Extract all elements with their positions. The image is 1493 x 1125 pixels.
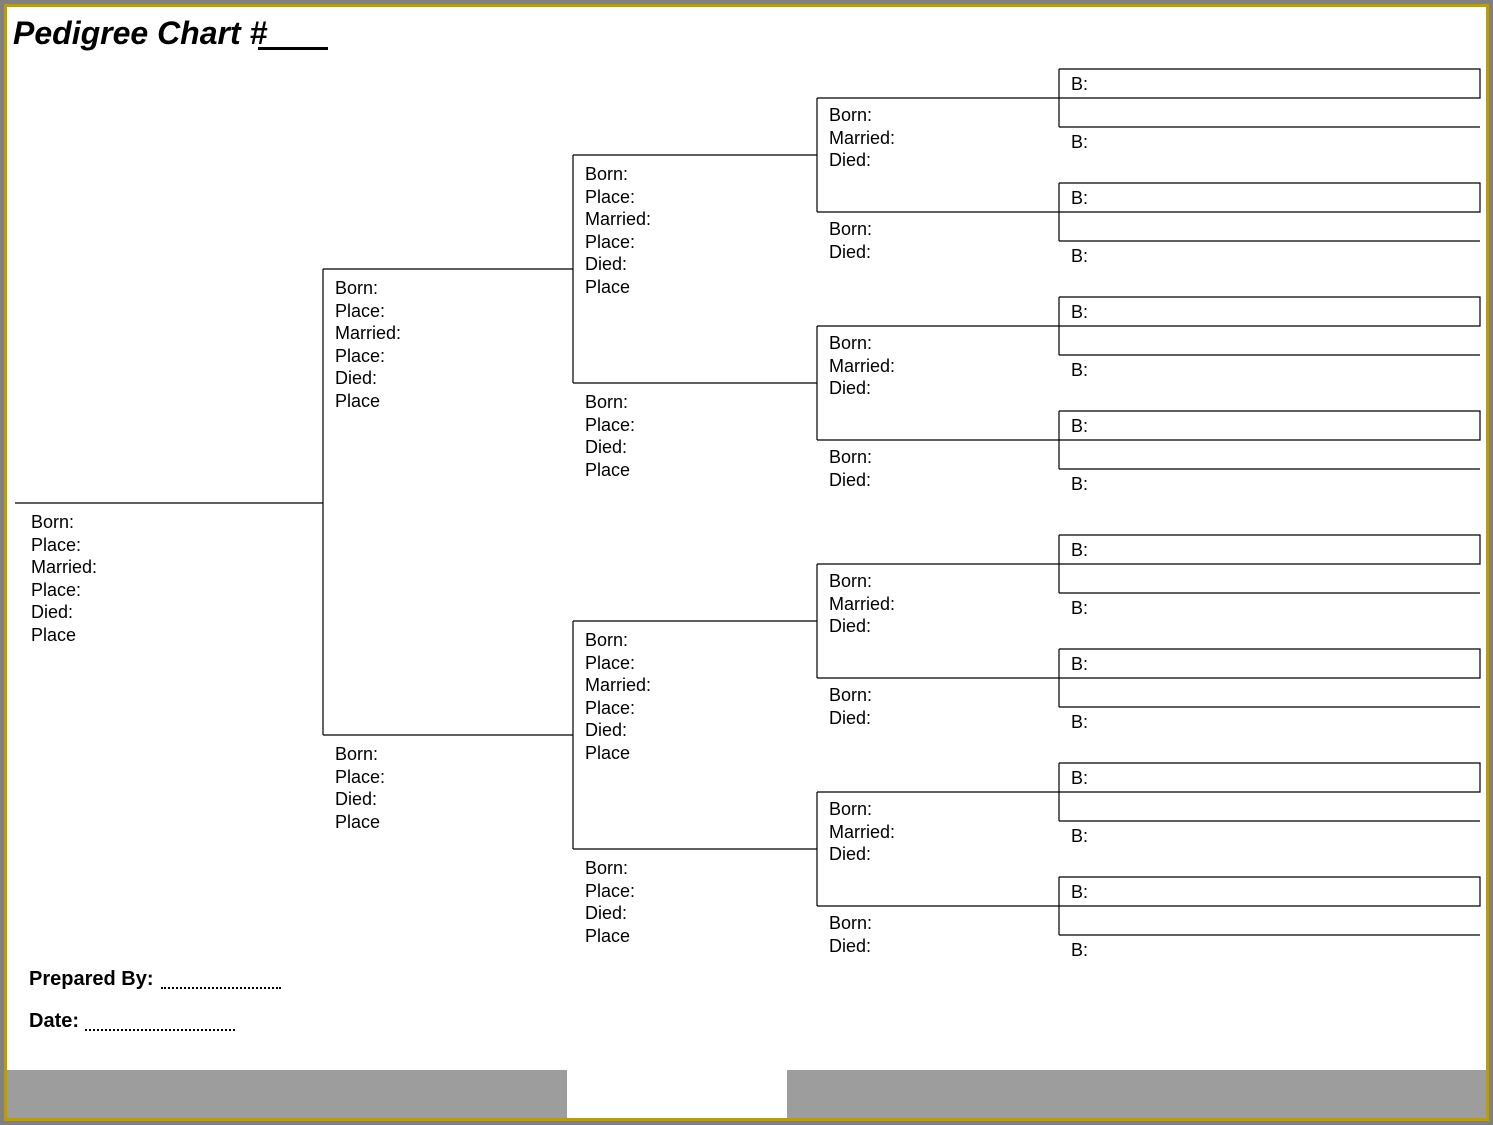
gen5-b9[interactable]: B: — [1071, 539, 1088, 562]
gen3-person-3[interactable]: Born: Place: Married: Place: Died: Place — [585, 629, 651, 764]
gen5-b7[interactable]: B: — [1071, 415, 1088, 438]
gen5-b3[interactable]: B: — [1071, 187, 1088, 210]
page-title: Pedigree Chart # — [13, 15, 267, 52]
gen5-b10[interactable]: B: — [1071, 597, 1088, 620]
gen3-person-4[interactable]: Born: Place: Died: Place — [585, 857, 635, 947]
prepared-by-label: Prepared By: — [29, 968, 154, 991]
gen5-b4[interactable]: B: — [1071, 245, 1088, 268]
gen3-person-1[interactable]: Born: Place: Married: Place: Died: Place — [585, 163, 651, 298]
gen5-b2[interactable]: B: — [1071, 131, 1088, 154]
gen5-b6[interactable]: B: — [1071, 359, 1088, 382]
gen4-person-6[interactable]: Born: Died: — [829, 684, 872, 729]
gen4-person-8[interactable]: Born: Died: — [829, 912, 872, 957]
gen5-b11[interactable]: B: — [1071, 653, 1088, 676]
gen4-person-7[interactable]: Born: Married: Died: — [829, 798, 895, 866]
gen4-person-5[interactable]: Born: Married: Died: — [829, 570, 895, 638]
gen1-person-1[interactable]: Born: Place: Married: Place: Died: Place — [31, 511, 97, 646]
gen5-b8[interactable]: B: — [1071, 473, 1088, 496]
date-blank[interactable] — [85, 1029, 235, 1031]
gen2-person-1[interactable]: Born: Place: Married: Place: Died: Place — [335, 277, 401, 412]
gen3-person-2[interactable]: Born: Place: Died: Place — [585, 391, 635, 481]
gen4-person-1[interactable]: Born: Married: Died: — [829, 104, 895, 172]
chart-number-blank[interactable] — [258, 47, 328, 50]
pedigree-chart-frame: Pedigree Chart # Born: Place: Married: P… — [4, 4, 1489, 1121]
chart-lines — [7, 7, 1486, 1118]
gen5-b14[interactable]: B: — [1071, 825, 1088, 848]
gen5-b16[interactable]: B: — [1071, 939, 1088, 962]
gen5-b15[interactable]: B: — [1071, 881, 1088, 904]
gen5-b13[interactable]: B: — [1071, 767, 1088, 790]
date-label: Date: — [29, 1010, 79, 1033]
footer-decoration — [7, 1070, 1486, 1118]
gen2-person-2[interactable]: Born: Place: Died: Place — [335, 743, 385, 833]
gen4-person-3[interactable]: Born: Married: Died: — [829, 332, 895, 400]
gen4-person-2[interactable]: Born: Died: — [829, 218, 872, 263]
gen5-b1[interactable]: B: — [1071, 73, 1088, 96]
pedigree-chart: Pedigree Chart # Born: Place: Married: P… — [7, 7, 1486, 1118]
gen5-b5[interactable]: B: — [1071, 301, 1088, 324]
gen5-b12[interactable]: B: — [1071, 711, 1088, 734]
gen4-person-4[interactable]: Born: Died: — [829, 446, 872, 491]
prepared-by-blank[interactable] — [161, 987, 281, 989]
